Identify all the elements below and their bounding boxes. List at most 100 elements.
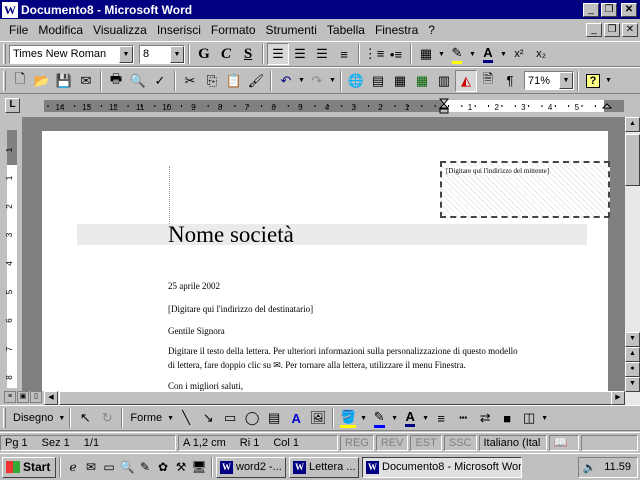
normal-view-icon[interactable]: ≡ <box>4 391 16 403</box>
horizontal-ruler[interactable]: L 14 13 12 11 10 9 8 7 6 5 4 3 2 1 1 2 3 4 5 <box>0 95 640 117</box>
bullets-button[interactable]: •≡ <box>385 43 407 65</box>
bold-button[interactable]: G <box>193 43 215 65</box>
numbering-button[interactable]: ⋮≡ <box>363 43 385 65</box>
tools-icon[interactable]: ⚒ <box>172 458 190 476</box>
start-button[interactable]: Start <box>2 456 56 478</box>
clock[interactable]: 11.59 <box>604 461 631 473</box>
desktop-icon[interactable]: ▭ <box>100 458 118 476</box>
body-line-1[interactable]: Digitare il testo della lettera. Per ult… <box>168 346 518 356</box>
paint-icon[interactable]: ✿ <box>154 458 172 476</box>
print-preview-button[interactable]: 🔍 <box>127 70 149 92</box>
chevron-down-icon[interactable]: ▼ <box>468 51 477 58</box>
chevron-down-icon[interactable]: ▼ <box>328 77 337 84</box>
previous-page-icon[interactable]: ▲ <box>625 347 640 362</box>
outlook-icon[interactable]: ✉ <box>82 458 100 476</box>
drawing-button[interactable]: ◭ <box>455 69 477 92</box>
next-page-icon[interactable]: ▼ <box>625 377 640 392</box>
status-overtype[interactable]: SSC <box>443 434 477 451</box>
print-layout-view-icon[interactable]: ▯ <box>30 391 42 403</box>
notes-icon[interactable]: ✎ <box>136 458 154 476</box>
email-button[interactable]: ✉ <box>75 70 97 92</box>
spelling-button[interactable]: ✓ <box>149 70 171 92</box>
subscript-button[interactable]: x₂ <box>530 43 552 65</box>
letter-date[interactable]: 25 aprile 2002 <box>168 281 220 291</box>
horizontal-scroll-thumb[interactable] <box>59 391 625 405</box>
toolbar-grip[interactable] <box>3 408 6 428</box>
chevron-down-icon[interactable]: ▼ <box>421 415 430 422</box>
scroll-up-icon[interactable]: ▲ <box>625 117 640 132</box>
menu-visualizza[interactable]: Visualizza <box>88 23 152 37</box>
zoom-combo[interactable]: 71% ▼ <box>524 71 574 90</box>
menu-modifica[interactable]: Modifica <box>33 23 88 37</box>
menu-finestra[interactable]: Finestra <box>370 23 423 37</box>
align-right-button[interactable]: ☰ <box>311 43 333 65</box>
search-icon[interactable]: 🔍 <box>118 458 136 476</box>
font-size-combo[interactable]: 8 ▼ <box>139 44 185 64</box>
restore-button[interactable]: ❐ <box>601 2 617 17</box>
chevron-down-icon[interactable]: ▼ <box>499 51 508 58</box>
justify-button[interactable]: ≡ <box>333 43 355 65</box>
tables-borders-button[interactable]: ▤ <box>367 70 389 92</box>
office-assistant-button[interactable]: ? <box>582 70 604 92</box>
internet-explorer-icon[interactable]: ℯ <box>64 458 82 476</box>
chevron-down-icon[interactable]: ▼ <box>390 415 399 422</box>
select-objects-button[interactable]: ↖ <box>74 407 96 429</box>
chevron-down-icon[interactable]: ▼ <box>119 45 133 63</box>
insert-excel-button[interactable]: ▦ <box>411 70 433 92</box>
greeting[interactable]: Gentile Signora <box>168 326 225 336</box>
doc-minimize-button[interactable]: _ <box>586 22 602 37</box>
shadow-button[interactable]: ■ <box>496 407 518 429</box>
3d-button[interactable]: ◫ <box>518 407 540 429</box>
free-rotate-button[interactable]: ↻ <box>96 407 118 429</box>
arrow-button[interactable]: ↘ <box>197 407 219 429</box>
company-name[interactable]: Nome società <box>168 222 294 248</box>
chevron-down-icon[interactable]: ▼ <box>170 45 184 63</box>
scroll-down-icon[interactable]: ▼ <box>625 332 640 347</box>
show-hide-button[interactable]: ¶ <box>499 70 521 92</box>
status-extend[interactable]: EST <box>410 434 442 451</box>
copy-button[interactable]: ⎘ <box>201 70 223 92</box>
doc-restore-button[interactable]: ❐ <box>604 22 620 37</box>
redo-button[interactable]: ↷ <box>306 70 328 92</box>
save-button[interactable]: 💾 <box>53 70 75 92</box>
monitor-icon[interactable]: 🖥 <box>190 458 208 476</box>
task-word2[interactable]: W word2 -... <box>216 456 286 478</box>
task-lettera[interactable]: W Lettera ... <box>289 456 359 478</box>
web-layout-view-icon[interactable]: ▣ <box>17 391 29 403</box>
hyperlink-button[interactable]: 🌐 <box>345 70 367 92</box>
undo-button[interactable]: ↶ <box>275 70 297 92</box>
oval-button[interactable]: ◯ <box>241 407 263 429</box>
toolbar-grip[interactable] <box>3 44 6 64</box>
italic-button[interactable]: C <box>215 43 237 65</box>
document-workspace[interactable]: [Digitare qui l'indirizzo del mittente] … <box>22 117 625 391</box>
menu-formato[interactable]: Formato <box>206 23 261 37</box>
minimize-button[interactable]: _ <box>583 2 599 17</box>
highlight-button[interactable]: ✎ <box>446 43 468 65</box>
insert-table-button[interactable]: ▦ <box>389 70 411 92</box>
vertical-scrollbar[interactable]: ▲ ▼ ▲ ● ▼ <box>625 117 640 405</box>
autoshapes-button[interactable]: Forme <box>126 412 166 424</box>
scroll-thumb[interactable] <box>625 134 640 186</box>
font-color-button[interactable]: A <box>477 43 499 65</box>
line-style-button[interactable]: ≡ <box>430 407 452 429</box>
borders-button[interactable]: ▦ <box>415 43 437 65</box>
chevron-down-icon[interactable]: ▼ <box>57 415 66 422</box>
menu-inserisci[interactable]: Inserisci <box>152 23 206 37</box>
browse-object-icon[interactable]: ● <box>625 362 640 377</box>
sender-address-placeholder[interactable]: [Digitare qui l'indirizzo del mittente] <box>446 167 550 175</box>
dash-style-button[interactable]: ┅ <box>452 407 474 429</box>
superscript-button[interactable]: x² <box>508 43 530 65</box>
line-color-button[interactable]: ✎ <box>368 407 390 429</box>
menu-tabella[interactable]: Tabella <box>322 23 370 37</box>
chevron-down-icon[interactable]: ▼ <box>359 415 368 422</box>
chevron-down-icon[interactable]: ▼ <box>604 77 613 84</box>
sender-address-box[interactable]: [Digitare qui l'indirizzo del mittente] <box>440 161 610 218</box>
clipart-button[interactable]: 🖼 <box>307 407 329 429</box>
menu-help[interactable]: ? <box>423 23 440 37</box>
toolbar-grip[interactable] <box>3 70 6 91</box>
arrow-style-button[interactable]: ⇄ <box>474 407 496 429</box>
status-language[interactable]: Italiano (Ital <box>478 434 547 451</box>
open-button[interactable]: 📂 <box>31 70 53 92</box>
document-page[interactable]: [Digitare qui l'indirizzo del mittente] … <box>42 131 610 391</box>
recipient-address[interactable]: [Digitare qui l'indirizzo del destinatar… <box>168 304 313 314</box>
